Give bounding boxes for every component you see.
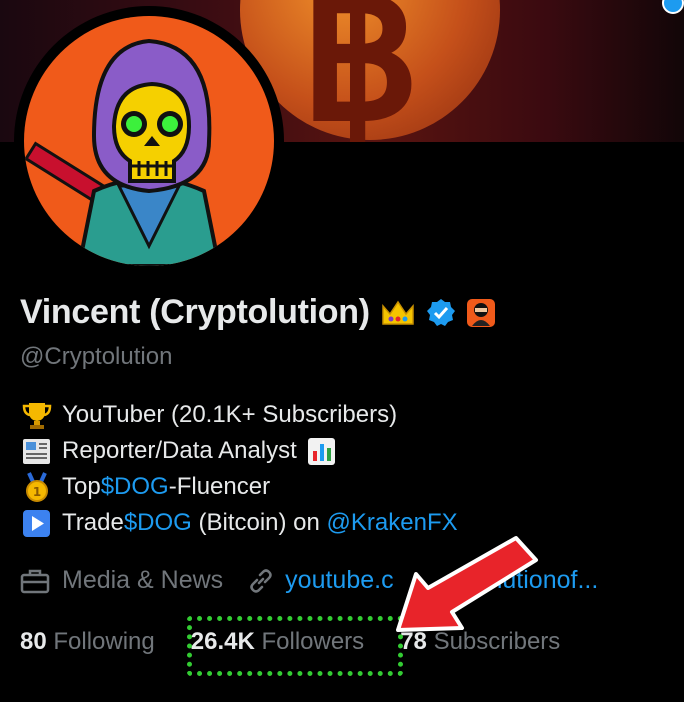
- svg-text:1: 1: [33, 485, 41, 499]
- bio-text-bitcoin: (Bitcoin) on: [191, 509, 327, 536]
- profile-category: Media & News: [20, 566, 223, 595]
- trophy-icon: [22, 403, 52, 429]
- bio-text-top: Top: [62, 473, 101, 500]
- verified-badge-icon: [662, 0, 684, 14]
- bitcoin-symbol: ฿: [300, 0, 421, 142]
- following-label: Following: [53, 628, 155, 655]
- cashtag-dog-link[interactable]: $DOG: [101, 469, 169, 505]
- category-label: Media & News: [62, 566, 224, 594]
- red-arrow-icon: [396, 536, 538, 632]
- medal-icon: 1: [26, 472, 48, 502]
- following-count: 80: [20, 628, 47, 655]
- ninja-emoji-icon: [466, 298, 495, 327]
- bar-chart-icon: [307, 438, 335, 465]
- bio-text-youtuber: YouTuber (20.1K+ Subscribers): [62, 401, 398, 428]
- bio-text-trade: Trade: [62, 509, 124, 536]
- profile-handle: @Cryptolution: [20, 343, 173, 370]
- link-icon: [250, 568, 272, 593]
- newspaper-icon: [23, 439, 50, 464]
- bio-text-fluencer: -Fluencer: [168, 473, 271, 500]
- avatar[interactable]: [14, 6, 284, 276]
- cashtag-dog-link[interactable]: $DOG: [124, 505, 192, 541]
- followers-highlight-box: [187, 616, 403, 676]
- crown-icon: [382, 300, 414, 325]
- verified-badge-icon[interactable]: [426, 298, 456, 328]
- bio-line-reporter: Reporter/Data Analyst: [20, 433, 458, 469]
- website-link[interactable]: youtube.c: [285, 566, 393, 595]
- bio-line-fluencer: 1 Top $DOG -Fluencer: [20, 469, 458, 505]
- profile-name: Vincent (Cryptolution): [20, 293, 370, 331]
- bio-text-reporter: Reporter/Data Analyst: [62, 437, 297, 464]
- profile-bio: YouTuber (20.1K+ Subscribers) Reporter/D…: [20, 397, 458, 541]
- briefcase-icon: [20, 569, 50, 593]
- play-icon: [23, 510, 50, 537]
- following-stat[interactable]: 80 Following: [20, 628, 155, 656]
- profile-name-row: Vincent (Cryptolution): [20, 293, 496, 332]
- avatar-skull-icon: [24, 16, 274, 266]
- bio-line-youtuber: YouTuber (20.1K+ Subscribers): [20, 397, 458, 433]
